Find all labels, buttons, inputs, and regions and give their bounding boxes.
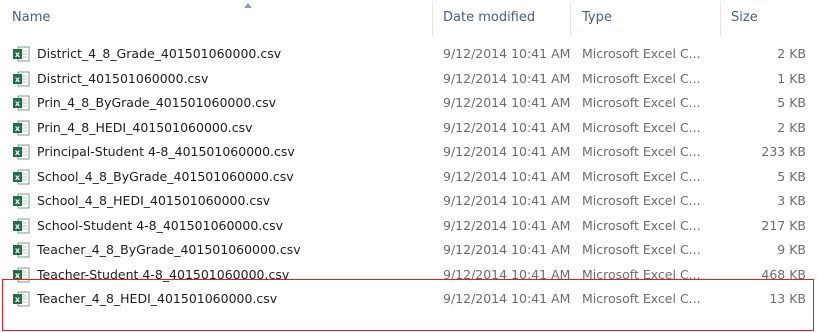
file-name[interactable]: District_4_8_Grade_401501060000.csv xyxy=(37,46,281,61)
file-date-modified: 9/12/2014 10:41 AM xyxy=(443,291,571,306)
excel-csv-file-icon: x xyxy=(13,144,30,160)
file-size: 3 KB xyxy=(777,193,806,208)
column-header-name[interactable]: Name xyxy=(12,10,50,25)
file-row[interactable]: x Teacher_4_8_HEDI_401501060000.csv 9/12/2… xyxy=(0,287,818,312)
svg-text:x: x xyxy=(15,50,21,59)
file-type: Microsoft Excel C... xyxy=(582,291,701,306)
svg-text:x: x xyxy=(15,295,21,304)
file-date-modified: 9/12/2014 10:41 AM xyxy=(443,70,571,86)
file-date-modified: 9/12/2014 10:41 AM xyxy=(443,119,571,135)
excel-csv-file-icon: x xyxy=(13,46,30,62)
svg-text:x: x xyxy=(15,99,21,108)
file-name[interactable]: School_4_8_ByGrade_401501060000.csv xyxy=(37,169,294,184)
excel-csv-file-icon: x xyxy=(13,193,30,209)
column-header-size[interactable]: Size xyxy=(731,10,758,25)
svg-text:x: x xyxy=(15,148,21,157)
svg-text:x: x xyxy=(15,173,21,182)
file-name[interactable]: Teacher-Student 4-8_401501060000.csv xyxy=(37,267,289,282)
file-explorer-list: Name Date modified Type Size x District_4… xyxy=(0,0,818,332)
svg-text:x: x xyxy=(15,75,21,84)
file-date-modified: 9/12/2014 10:41 AM xyxy=(443,95,571,110)
file-size: 9 KB xyxy=(777,242,806,257)
column-header-bar: Name Date modified Type Size xyxy=(0,0,818,36)
file-name[interactable]: Teacher_4_8_HEDI_401501060000.csv xyxy=(37,291,277,306)
column-divider[interactable] xyxy=(570,2,571,36)
file-type: Microsoft Excel C... xyxy=(582,70,701,86)
file-size: 217 KB xyxy=(761,217,806,233)
column-header-type[interactable]: Type xyxy=(582,10,612,25)
file-date-modified: 9/12/2014 10:41 AM xyxy=(443,144,571,159)
svg-text:x: x xyxy=(15,124,21,133)
excel-csv-file-icon: x xyxy=(13,218,30,233)
file-type: Microsoft Excel C... xyxy=(582,193,701,208)
file-date-modified: 9/12/2014 10:41 AM xyxy=(443,168,571,184)
excel-csv-file-icon: x xyxy=(13,120,30,135)
svg-text:x: x xyxy=(15,271,21,280)
file-size: 2 KB xyxy=(777,46,806,61)
file-name[interactable]: Prin_4_8_HEDI_401501060000.csv xyxy=(37,120,253,135)
file-size: 2 KB xyxy=(777,119,806,135)
file-date-modified: 9/12/2014 10:41 AM xyxy=(443,266,571,282)
column-divider[interactable] xyxy=(720,2,721,36)
file-row[interactable]: x Principal-Student 4-8_401501060000.csv 9… xyxy=(0,140,818,165)
file-list: x District_4_8_Grade_401501060000.csv 9/12… xyxy=(0,42,818,312)
file-name[interactable]: District_401501060000.csv xyxy=(37,71,208,86)
file-type: Microsoft Excel C... xyxy=(582,242,701,257)
file-type: Microsoft Excel C... xyxy=(582,217,701,233)
file-row[interactable]: x School_4_8_HEDI_401501060000.csv 9/12/20… xyxy=(0,189,818,214)
file-size: 13 KB xyxy=(769,291,806,306)
file-type: Microsoft Excel C... xyxy=(582,46,701,61)
file-type: Microsoft Excel C... xyxy=(582,95,701,110)
file-type: Microsoft Excel C... xyxy=(582,168,701,184)
file-size: 233 KB xyxy=(761,144,806,159)
file-name[interactable]: Principal-Student 4-8_401501060000.csv xyxy=(37,144,295,159)
svg-text:x: x xyxy=(15,197,21,206)
file-type: Microsoft Excel C... xyxy=(582,144,701,159)
file-name[interactable]: Prin_4_8_ByGrade_401501060000.csv xyxy=(37,95,276,110)
file-size: 5 KB xyxy=(777,168,806,184)
file-row[interactable]: x District_4_8_Grade_401501060000.csv 9/12… xyxy=(0,42,818,67)
svg-text:x: x xyxy=(15,246,21,255)
file-row[interactable]: x Teacher_4_8_ByGrade_401501060000.csv 9/1… xyxy=(0,238,818,263)
file-date-modified: 9/12/2014 10:41 AM xyxy=(443,193,571,208)
file-type: Microsoft Excel C... xyxy=(582,119,701,135)
file-row[interactable]: x Teacher-Student 4-8_401501060000.csv 9/1… xyxy=(0,263,818,288)
excel-csv-file-icon: x xyxy=(13,242,30,258)
excel-csv-file-icon: x xyxy=(13,71,30,86)
sort-ascending-icon[interactable] xyxy=(244,3,252,8)
file-row[interactable]: x District_401501060000.csv 9/12/2014 10:4… xyxy=(0,67,818,92)
file-name[interactable]: School_4_8_HEDI_401501060000.csv xyxy=(37,193,270,208)
svg-text:x: x xyxy=(15,222,21,231)
file-size: 5 KB xyxy=(777,95,806,110)
file-row[interactable]: x Prin_4_8_HEDI_401501060000.csv 9/12/2014… xyxy=(0,116,818,141)
file-date-modified: 9/12/2014 10:41 AM xyxy=(443,242,571,257)
file-date-modified: 9/12/2014 10:41 AM xyxy=(443,217,571,233)
excel-csv-file-icon: x xyxy=(13,291,30,307)
excel-csv-file-icon: x xyxy=(13,267,30,282)
file-row[interactable]: x School-Student 4-8_401501060000.csv 9/12… xyxy=(0,214,818,239)
file-row[interactable]: x Prin_4_8_ByGrade_401501060000.csv 9/12/2… xyxy=(0,91,818,116)
file-size: 1 KB xyxy=(777,70,806,86)
file-date-modified: 9/12/2014 10:41 AM xyxy=(443,46,571,61)
excel-csv-file-icon: x xyxy=(13,95,30,111)
file-type: Microsoft Excel C... xyxy=(582,266,701,282)
file-row[interactable]: x School_4_8_ByGrade_401501060000.csv 9/12… xyxy=(0,165,818,190)
file-name[interactable]: Teacher_4_8_ByGrade_401501060000.csv xyxy=(37,242,301,257)
file-name[interactable]: School-Student 4-8_401501060000.csv xyxy=(37,218,283,233)
column-header-date-modified[interactable]: Date modified xyxy=(443,10,535,25)
column-divider[interactable] xyxy=(432,2,433,36)
file-size: 468 KB xyxy=(761,266,806,282)
excel-csv-file-icon: x xyxy=(13,169,30,184)
